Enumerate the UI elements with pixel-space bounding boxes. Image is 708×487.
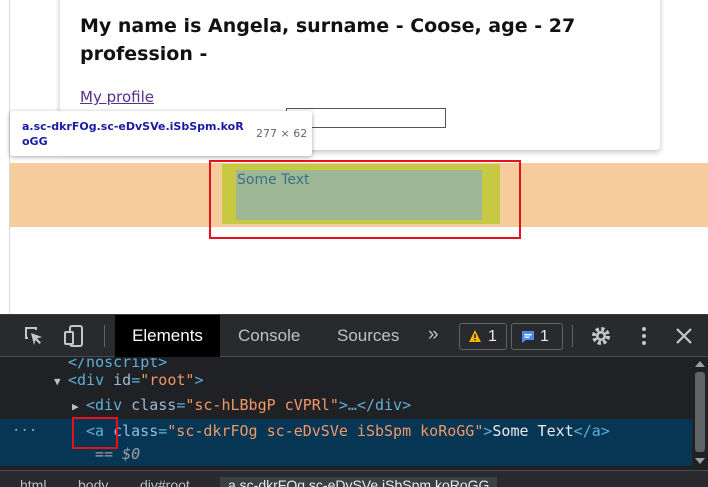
breadcrumb-body[interactable]: body <box>78 477 108 487</box>
page-left-edge <box>0 0 10 314</box>
device-toolbar-icon[interactable] <box>62 324 86 348</box>
close-icon[interactable] <box>672 324 696 348</box>
dom-tree-scrollbar[interactable] <box>692 358 708 468</box>
a-attr-name: class <box>113 422 159 440</box>
card-title: My name is Angela, surname - Coose, age … <box>80 15 576 65</box>
tab-sources[interactable]: Sources <box>323 315 413 357</box>
annotation-red-box-page <box>209 160 521 239</box>
div-tag-close: >…</div> <box>338 396 412 414</box>
inspect-element-icon[interactable] <box>22 324 46 348</box>
tooltip-selector: a.sc-dkrFOg.sc-eDvSVe.iSbSpm.koRoGG <box>22 120 244 148</box>
toolbar-separator <box>572 325 573 347</box>
more-tabs-chevron-icon[interactable]: » <box>428 324 439 346</box>
scroll-down-arrow-icon[interactable] <box>695 458 705 464</box>
tab-elements[interactable]: Elements <box>115 315 220 357</box>
div-tag-open: <div <box>86 396 132 414</box>
annotation-red-box-devtools <box>72 417 118 449</box>
div-attr-value: "sc-hLBbgP cVPRl" <box>185 396 339 414</box>
dom-breadcrumb: html body div#root a.sc-dkrFOg.sc-eDvSVe… <box>0 470 708 487</box>
dom-tree: </noscript> ▼ <div id="root"> ▶ <div class… <box>0 358 708 470</box>
message-icon <box>522 331 534 343</box>
inspect-tooltip: a.sc-dkrFOg.sc-eDvSVe.iSbSpm.koRoGG 277 … <box>10 111 312 156</box>
toolbar-separator <box>104 325 105 347</box>
warnings-count: 1 <box>488 328 497 345</box>
root-attr-value: "root" <box>140 371 195 389</box>
devtools-panel: Elements Console Sources » 1 1 </noscrip… <box>0 314 708 487</box>
collapsed-triangle-icon[interactable]: ▶ <box>72 395 86 419</box>
root-attr-name: id <box>113 371 132 389</box>
a-tag-close: </a> <box>573 422 610 440</box>
dom-node-div[interactable]: ▶ <div class="sc-hLBbgP cVPRl">…</div> <box>72 393 708 417</box>
tab-console[interactable]: Console <box>224 315 314 357</box>
breadcrumb-a-selected[interactable]: a.sc-dkrFOg.sc-eDvSVe.iSbSpm.koRoGG <box>220 477 498 487</box>
a-text-content: Some Text <box>492 422 574 440</box>
a-attr-eq: = <box>158 422 168 440</box>
messages-badge[interactable]: 1 <box>511 323 563 350</box>
tooltip-size: 277 × 62 <box>256 127 308 140</box>
root-tag-open: <div <box>68 371 114 389</box>
div-attr-eq: = <box>176 396 186 414</box>
breadcrumb-div-root[interactable]: div#root <box>140 477 190 487</box>
scrollbar-thumb[interactable] <box>695 372 705 452</box>
root-tag-close: > <box>194 371 204 389</box>
breadcrumb-html[interactable]: html <box>20 477 46 487</box>
warning-icon <box>469 330 481 342</box>
devtools-toolbar: Elements Console Sources » 1 1 <box>0 315 708 357</box>
messages-count: 1 <box>540 328 549 345</box>
node-actions-ellipsis-icon[interactable]: ··· <box>12 419 37 443</box>
my-profile-link[interactable]: My profile <box>80 88 154 106</box>
scroll-up-arrow-icon[interactable] <box>695 361 705 367</box>
dom-node-root[interactable]: ▼ <div id="root"> <box>54 368 708 392</box>
gear-icon[interactable] <box>589 324 613 348</box>
a-attr-value: "sc-dkrFOg sc-eDvSVe iSbSpm koRoGG" <box>167 422 484 440</box>
root-attr-eq: = <box>131 371 141 389</box>
warnings-badge[interactable]: 1 <box>459 323 507 350</box>
div-attr-name: class <box>131 396 177 414</box>
expanded-triangle-icon[interactable]: ▼ <box>54 370 68 394</box>
page-viewport: My name is Angela, surname - Coose, age … <box>0 0 708 314</box>
kebab-menu-icon[interactable] <box>632 324 656 348</box>
tooltip-arrow <box>20 45 34 53</box>
